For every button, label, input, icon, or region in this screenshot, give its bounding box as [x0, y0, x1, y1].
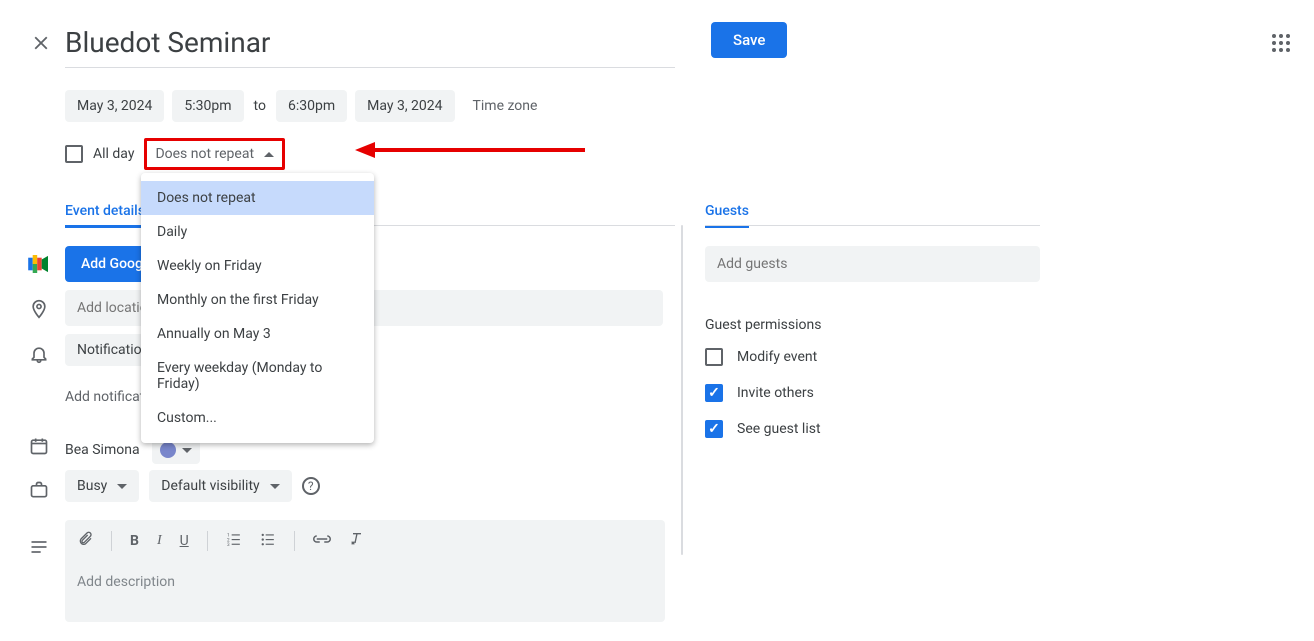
tab-event-details[interactable]: Event details [65, 203, 145, 228]
event-title-input[interactable] [65, 22, 675, 68]
recurrence-option-weekday[interactable]: Every weekday (Monday to Friday) [141, 351, 374, 401]
description-icon [29, 537, 49, 561]
clear-formatting-button[interactable] [349, 531, 365, 551]
recurrence-option-does-not-repeat[interactable]: Does not repeat [141, 181, 374, 215]
google-apps-button[interactable] [1272, 26, 1290, 52]
google-meet-icon [28, 255, 50, 277]
perm-modify-event-row: Modify event [705, 348, 817, 366]
italic-button[interactable]: I [157, 533, 162, 549]
save-button[interactable]: Save [711, 22, 787, 58]
modify-event-label: Modify event [737, 349, 817, 365]
chevron-down-icon [182, 448, 192, 453]
guest-permissions-title: Guest permissions [705, 317, 821, 333]
recurrence-option-annually[interactable]: Annually on May 3 [141, 317, 374, 351]
visibility-select[interactable]: Default visibility [149, 470, 291, 502]
availability-select[interactable]: Busy [65, 470, 139, 502]
briefcase-icon [29, 480, 49, 504]
invite-others-label: Invite others [737, 385, 814, 401]
description-textarea[interactable]: Add description [65, 562, 665, 622]
guests-separator [705, 225, 1040, 226]
chevron-down-icon [117, 484, 127, 489]
timezone-button[interactable]: Time zone [473, 98, 538, 114]
invite-others-checkbox[interactable] [705, 384, 723, 402]
end-date-chip[interactable]: May 3, 2024 [355, 90, 454, 122]
perm-see-guest-list-row: See guest list [705, 420, 821, 438]
bell-icon [29, 344, 49, 368]
location-icon [29, 299, 49, 323]
bold-button[interactable]: B [130, 533, 139, 549]
help-icon[interactable]: ? [302, 477, 320, 495]
allday-label: All day [93, 146, 134, 162]
scrollbar[interactable] [681, 225, 683, 555]
recurrence-dropdown-menu: Does not repeat Daily Weekly on Friday M… [141, 173, 374, 443]
end-time-chip[interactable]: 6:30pm [276, 90, 347, 122]
recurrence-dropdown-trigger[interactable]: Does not repeat [144, 138, 285, 170]
allday-row: All day Does not repeat [65, 138, 285, 170]
color-swatch-icon [160, 442, 176, 458]
start-time-chip[interactable]: 5:30pm [172, 90, 243, 122]
allday-checkbox[interactable] [65, 145, 83, 163]
time-row: May 3, 2024 5:30pm to 6:30pm May 3, 2024… [65, 90, 537, 122]
see-guest-list-label: See guest list [737, 421, 821, 437]
numbered-list-button[interactable]: 123 [226, 532, 242, 550]
recurrence-option-weekly[interactable]: Weekly on Friday [141, 249, 374, 283]
annotation-arrow [355, 140, 585, 160]
recurrence-option-monthly[interactable]: Monthly on the first Friday [141, 283, 374, 317]
close-icon[interactable] [30, 32, 52, 58]
svg-text:3: 3 [227, 542, 230, 546]
chevron-up-icon [264, 152, 274, 157]
calendar-icon [29, 436, 49, 460]
link-button[interactable] [313, 533, 331, 549]
description-toolbar: B I U 123 [65, 520, 665, 562]
organizer-name: Bea Simona [65, 442, 140, 458]
availability-row: Busy Default visibility ? [65, 470, 320, 502]
add-guests-input[interactable] [705, 246, 1040, 282]
start-date-chip[interactable]: May 3, 2024 [65, 90, 164, 122]
recurrence-option-custom[interactable]: Custom... [141, 401, 374, 435]
underline-button[interactable]: U [180, 533, 189, 549]
perm-invite-others-row: Invite others [705, 384, 814, 402]
recurrence-selected-label: Does not repeat [155, 146, 254, 162]
bullet-list-button[interactable] [260, 532, 276, 550]
modify-event-checkbox[interactable] [705, 348, 723, 366]
recurrence-option-daily[interactable]: Daily [141, 215, 374, 249]
chevron-down-icon [270, 484, 280, 489]
attach-icon[interactable] [77, 530, 93, 552]
see-guest-list-checkbox[interactable] [705, 420, 723, 438]
to-label: to [254, 98, 266, 114]
